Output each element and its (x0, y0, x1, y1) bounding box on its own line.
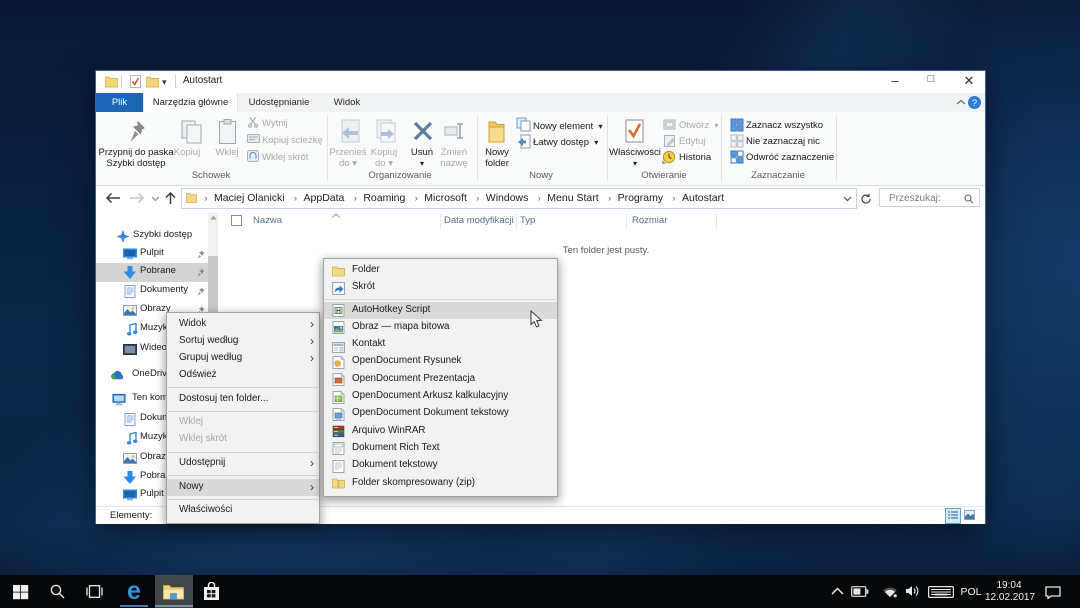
svg-text:?: ? (972, 98, 977, 109)
svg-text:H: H (336, 308, 341, 315)
